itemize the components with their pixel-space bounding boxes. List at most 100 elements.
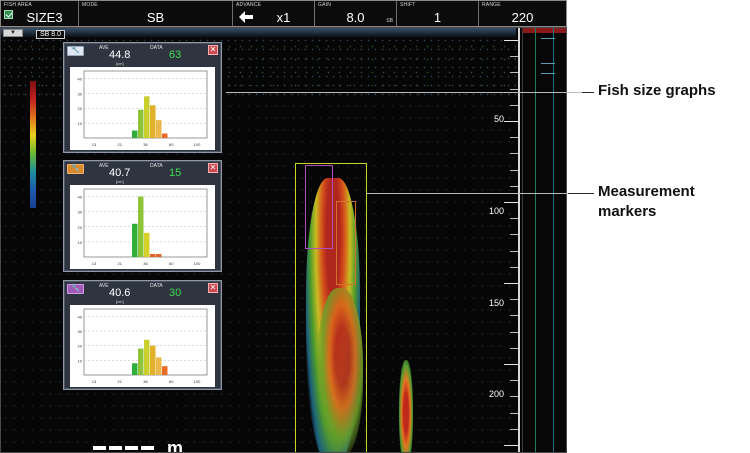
measurement-marker-purple[interactable]	[305, 165, 333, 249]
depth-tick	[510, 169, 518, 171]
range-control[interactable]: RANGE 220	[479, 1, 566, 26]
sb-gain-box: SB 8.0	[36, 30, 66, 39]
advance-caption: ADVANCE	[236, 2, 262, 8]
color-scale-bar	[30, 81, 36, 208]
shift-control[interactable]: SHIFT 1	[397, 1, 479, 26]
size-histogram: 40 30 20 10 13 21 36 60 100	[78, 308, 208, 384]
y-tick-label: 10	[78, 121, 83, 126]
data-caption: DATA	[150, 163, 163, 169]
depth-tick	[510, 396, 518, 398]
histogram-bar	[138, 348, 144, 375]
fish-size-graphs-label: Fish size graphs	[598, 82, 716, 99]
display-dropdown-button[interactable]: ▼	[3, 29, 23, 37]
strip-surface	[523, 28, 566, 33]
histogram-bar	[150, 345, 156, 375]
ave-value: 44.8	[109, 49, 131, 61]
strip-mark	[541, 63, 555, 64]
x-tick-label: 13	[92, 261, 97, 266]
histogram-bar	[150, 105, 156, 138]
x-tick-label: 36	[143, 379, 148, 384]
depth-tick	[510, 88, 518, 90]
histogram-bar	[132, 223, 138, 257]
gain-value: 8.0	[346, 10, 365, 25]
x-tick-label: 60	[169, 261, 174, 266]
measurement-callout-line	[366, 193, 584, 194]
fish-size-callout-line	[226, 92, 582, 93]
depth-tick-major	[504, 40, 518, 41]
wrench-icon[interactable]: 🔧	[67, 284, 84, 294]
measurement-markers-label-line2: markers	[598, 203, 657, 220]
x-tick-label: 60	[169, 142, 174, 147]
x-tick-label: 36	[143, 142, 148, 147]
y-tick-label: 40	[78, 314, 83, 319]
depth-tick-major	[504, 121, 518, 122]
histogram-area: 40 30 20 10 13 21 36 60 100	[70, 67, 215, 150]
shift-value: 1	[433, 10, 442, 25]
measurement-marker-orange[interactable]	[336, 201, 356, 285]
histogram-bar	[150, 253, 156, 257]
fish-size-graph-panel-3[interactable]: 🔧 AVE 40.6 [cm] DATA 30 ✕ 40 30 20 10 13 21 36…	[63, 280, 222, 390]
depth-tick	[510, 72, 518, 74]
x-tick-label: 21	[118, 379, 123, 384]
histogram-bar	[132, 130, 138, 138]
distance-scale-bar	[93, 446, 155, 450]
range-caption: RANGE	[482, 2, 501, 8]
strip-mark	[541, 73, 555, 74]
depth-label-50: 50	[493, 114, 504, 124]
y-tick-label: 10	[78, 358, 83, 363]
data-caption: DATA	[150, 45, 163, 51]
close-icon[interactable]: ✕	[208, 163, 218, 173]
histogram-bar	[144, 96, 150, 138]
ave-unit: [cm]	[116, 299, 124, 304]
wrench-icon[interactable]: 🔧	[67, 164, 84, 174]
advance-control[interactable]: ADVANCE x1	[233, 1, 315, 26]
depth-tick	[510, 185, 518, 187]
ave-caption: AVE	[99, 45, 109, 51]
fish-size-graph-panel-2[interactable]: 🔧 AVE 40.7 [cm] DATA 15 ✕ 40 30 20 10 13 21 36…	[63, 160, 222, 272]
gain-unit: SB	[386, 18, 393, 24]
depth-label-100: 100	[488, 206, 504, 216]
depth-tick	[510, 250, 518, 252]
histogram-bar	[138, 109, 144, 138]
depth-tick	[510, 347, 518, 349]
fish-size-callout-line-end	[582, 92, 594, 93]
depth-tick	[510, 380, 518, 382]
data-count: 15	[169, 167, 182, 179]
x-tick-label: 13	[92, 142, 97, 147]
measurement-callout-line-end	[568, 193, 594, 194]
wrench-icon[interactable]: 🔧	[67, 46, 84, 56]
measurement-markers-label-line1: Measurement	[598, 183, 695, 200]
histogram-bar	[138, 196, 144, 257]
range-value: 220	[511, 10, 534, 25]
size-histogram: 40 30 20 10 13 21 36 60 100	[78, 70, 208, 147]
depth-tick-major	[504, 364, 518, 365]
y-tick-label: 30	[78, 91, 83, 96]
fish-size-graph-panel-1[interactable]: 🔧 AVE 44.8 [cm] DATA 63 ✕ 40 30 20 10 13 21 36…	[63, 42, 222, 153]
depth-tick-major	[504, 283, 518, 284]
panel-header: 🔧 AVE 40.7 [cm] DATA 15 ✕	[64, 161, 221, 185]
panel-header: 🔧 AVE 44.8 [cm] DATA 63 ✕	[64, 43, 221, 67]
depth-tick-major	[504, 445, 518, 446]
mode-control[interactable]: MODE SB	[79, 1, 233, 26]
histogram-area: 40 30 20 10 13 21 36 60 100	[70, 305, 215, 387]
strip-mark	[541, 38, 555, 39]
fish-area-control[interactable]: FISH AREA SIZE3	[1, 1, 79, 26]
close-icon[interactable]: ✕	[208, 283, 218, 293]
advance-value: x1	[276, 10, 291, 25]
x-tick-label: 100	[194, 379, 201, 384]
histogram-bar	[144, 339, 150, 375]
depth-tick	[510, 104, 518, 106]
ave-unit: [cm]	[116, 179, 124, 184]
ave-caption: AVE	[99, 163, 109, 169]
data-count: 63	[169, 49, 182, 61]
histogram-bar	[156, 120, 162, 138]
depth-tick	[510, 412, 518, 414]
data-caption: DATA	[150, 283, 163, 289]
histogram-bar	[144, 232, 150, 257]
histogram-bar	[132, 363, 138, 375]
gain-control[interactable]: GAIN 8.0 SB	[315, 1, 397, 26]
shift-caption: SHIFT	[400, 2, 416, 8]
close-icon[interactable]: ✕	[208, 45, 218, 55]
depth-tick	[510, 331, 518, 333]
data-count: 30	[169, 287, 182, 299]
